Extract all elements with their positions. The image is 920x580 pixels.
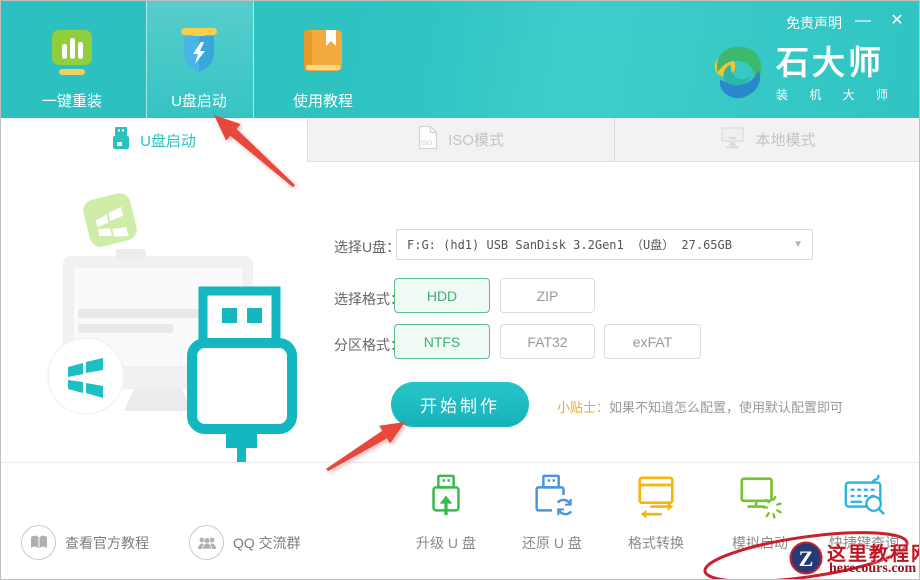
brand-subtitle: 装 机 大 师 [776, 86, 897, 103]
tip-body: 如果不知道怎么配置，使用默认配置即可 [609, 400, 843, 415]
brand-logo: 石大师 装 机 大 师 [710, 43, 897, 106]
start-button[interactable]: 开始制作 [391, 382, 529, 427]
footer-link-label: 查看官方教程 [65, 533, 149, 553]
usb-illustration [16, 161, 316, 476]
usb-select-value: F:G: (hd1) USB SanDisk 3.2Gen1 （U盘） 27.6… [397, 236, 732, 253]
book-open-icon [21, 525, 56, 560]
close-button[interactable]: ✕ [885, 9, 909, 33]
tip-text: 小贴士：如果不知道怎么配置，使用默认配置即可 [557, 397, 843, 416]
disclaimer-link[interactable]: 免责声明 [786, 13, 842, 33]
qq-group-link[interactable]: QQ 交流群 [189, 525, 301, 560]
book-icon [300, 27, 346, 81]
monitor-icon [720, 126, 745, 153]
tool-upgrade-usb[interactable]: 升级 U 盘 [391, 473, 501, 553]
tab-label: ISO模式 [448, 129, 504, 150]
svg-text:ISO: ISO [421, 140, 432, 147]
windows-tile-icon [81, 191, 139, 249]
tab-label: U盘启动 [140, 130, 196, 151]
format-option-zip[interactable]: ZIP [500, 278, 595, 313]
partition-option-ntfs[interactable]: NTFS [394, 324, 490, 359]
usb-shield-bolt-icon [176, 27, 222, 81]
brand-text: 石大师 装 机 大 师 [776, 46, 897, 103]
brand-name: 石大师 [776, 46, 897, 79]
chevron-down-icon: ▼ [793, 239, 803, 250]
app-window: 一键重装 U盘启动 [0, 0, 920, 580]
tab-label: 本地模式 [755, 129, 815, 150]
usb-upgrade-icon [423, 473, 469, 524]
format-option-hdd[interactable]: HDD [394, 278, 490, 313]
tab-iso-mode[interactable]: ISO ISO模式 [307, 118, 614, 162]
iso-file-icon: ISO [418, 125, 438, 154]
usb-select-dropdown[interactable]: F:G: (hd1) USB SanDisk 3.2Gen1 （U盘） 27.6… [396, 229, 813, 260]
bar-chart-icon [49, 27, 95, 81]
hotkey-search-icon [841, 473, 887, 524]
tool-restore-usb[interactable]: 还原 U 盘 [497, 473, 607, 553]
site-watermark: Z 这里教程网 herecours.com [681, 519, 920, 580]
nav-item-tutorial[interactable]: 使用教程 [280, 1, 366, 118]
swirl-logo-icon [710, 43, 766, 106]
simulate-boot-icon [737, 473, 783, 524]
people-icon [189, 525, 224, 560]
watermark-letter: Z [799, 546, 814, 571]
partition-option-fat32[interactable]: FAT32 [500, 324, 595, 359]
footer-link-label: QQ 交流群 [233, 533, 301, 553]
partition-option-exfat[interactable]: exFAT [604, 324, 701, 359]
tip-label: 小贴士： [557, 400, 609, 415]
nav-item-reinstall[interactable]: 一键重装 [29, 1, 115, 118]
mode-tabs: U盘启动 ISO ISO模式 本地 [1, 118, 920, 162]
nav-item-usb-boot[interactable]: U盘启动 [146, 1, 252, 118]
nav-item-label: U盘启动 [171, 90, 227, 111]
official-tutorial-link[interactable]: 查看官方教程 [21, 525, 149, 560]
nav-item-label: 使用教程 [293, 90, 353, 111]
tab-usb-boot[interactable]: U盘启动 [1, 118, 307, 162]
tool-label: 还原 U 盘 [522, 533, 582, 553]
format-convert-icon [633, 473, 679, 524]
nav-item-label: 一键重装 [42, 90, 102, 111]
tool-label: 升级 U 盘 [416, 533, 476, 553]
usb-drive-icon [112, 127, 130, 154]
usb-select-label: 选择U盘： [334, 237, 400, 257]
watermark-site-url: herecours.com [829, 561, 916, 577]
header-bar: 一键重装 U盘启动 [1, 1, 920, 118]
tool-label: 格式转换 [628, 533, 684, 553]
minimize-button[interactable]: — [851, 9, 875, 33]
usb-restore-icon [529, 473, 575, 524]
tab-local-mode[interactable]: 本地模式 [614, 118, 920, 162]
